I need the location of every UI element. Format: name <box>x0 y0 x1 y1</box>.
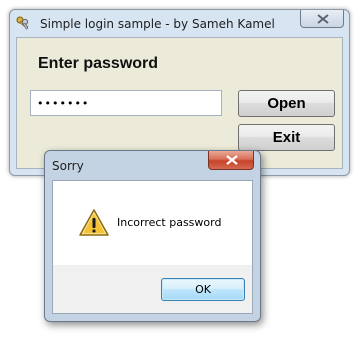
password-input[interactable] <box>30 90 222 116</box>
dialog-message-area: Incorrect password <box>53 181 252 265</box>
close-icon <box>226 155 238 165</box>
warning-icon <box>79 209 109 236</box>
dialog-title: Sorry <box>52 159 84 173</box>
main-window-title: Simple login sample - by Sameh Kamel <box>40 17 275 31</box>
main-close-button[interactable] <box>300 10 344 28</box>
open-button[interactable]: Open <box>238 90 335 117</box>
keys-icon <box>16 16 29 30</box>
ok-button[interactable]: OK <box>161 278 245 301</box>
exit-button[interactable]: Exit <box>238 124 335 151</box>
dialog-client-area: Incorrect password OK <box>52 180 253 314</box>
dialog-close-button[interactable] <box>208 151 254 170</box>
error-dialog: Sorry Incorrect password OK <box>44 150 261 322</box>
main-titlebar[interactable]: Simple login sample - by Sameh Kamel <box>10 10 349 36</box>
close-icon <box>317 14 329 24</box>
password-prompt: Enter password <box>38 55 159 72</box>
dialog-message: Incorrect password <box>117 216 222 229</box>
